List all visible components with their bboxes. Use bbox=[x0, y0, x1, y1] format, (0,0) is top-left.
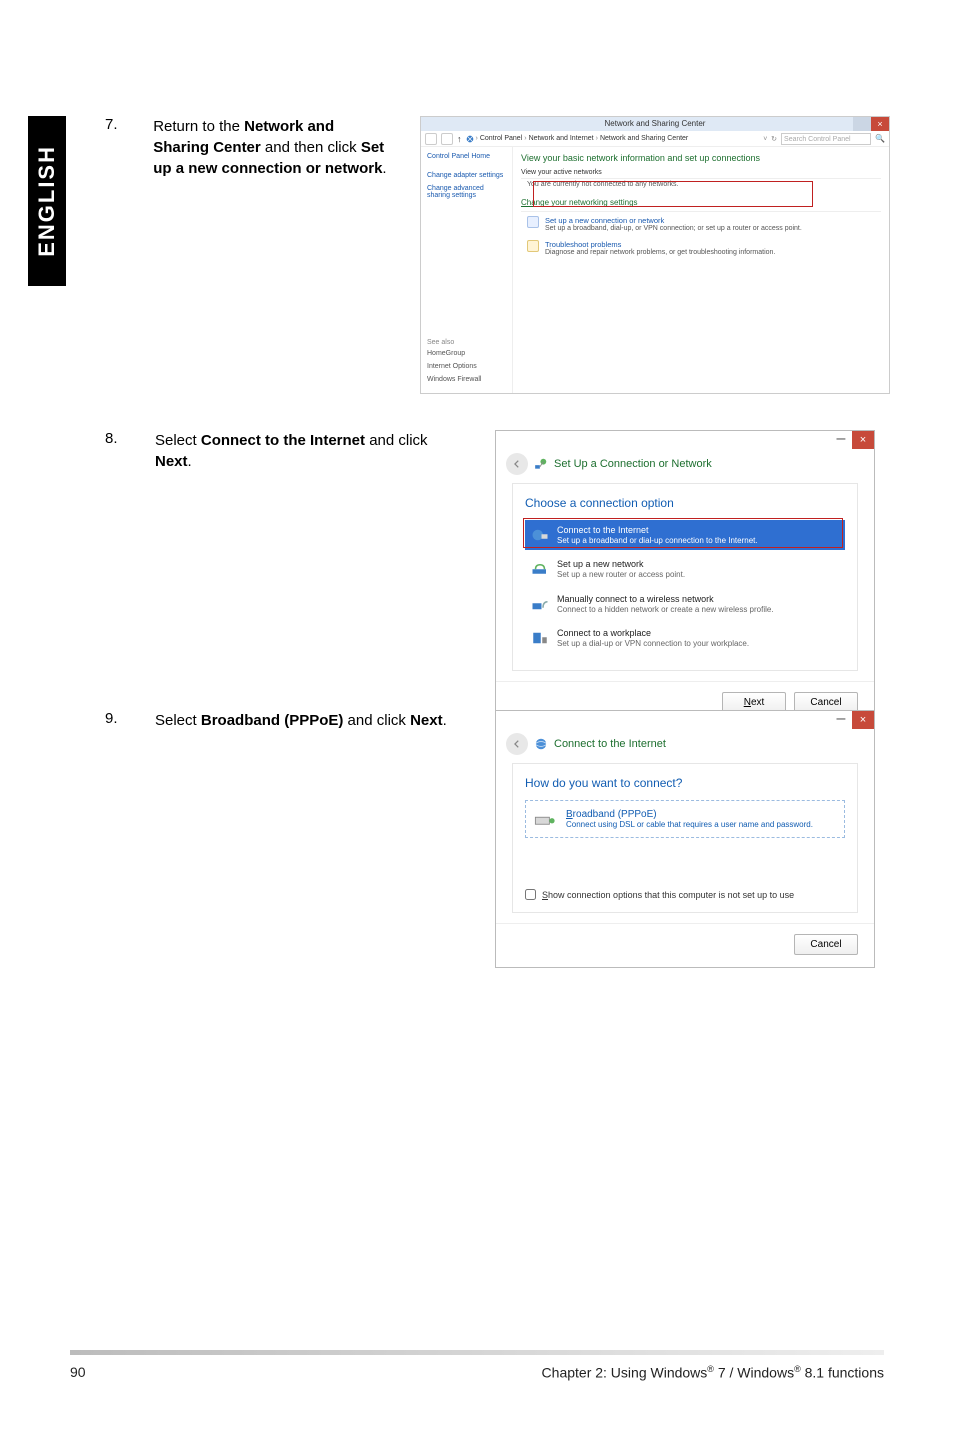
breadcrumb[interactable]: › Control Panel › Network and Internet ›… bbox=[466, 135, 760, 143]
minimize-button[interactable]: – bbox=[830, 711, 852, 729]
wizard-heading: Choose a connection option bbox=[525, 496, 845, 510]
step-7: 7. Return to the Network and Sharing Cen… bbox=[105, 116, 890, 394]
router-icon bbox=[531, 563, 549, 577]
option-broadband[interactable]: Broadband (PPPoE)Broadband (PPPoE) Conne… bbox=[525, 800, 845, 838]
button-row: Cancel bbox=[496, 923, 874, 967]
sidebar: Control Panel Home Change adapter settin… bbox=[421, 147, 513, 393]
step-8: 8. Select Connect to the Internet and cl… bbox=[105, 430, 890, 726]
connection-wizard-icon bbox=[527, 216, 539, 228]
option-wireless[interactable]: Manually connect to a wireless networkCo… bbox=[525, 589, 845, 619]
step-number: 7. bbox=[105, 116, 123, 394]
close-button[interactable] bbox=[871, 117, 889, 131]
sidebar-seealso-internet[interactable]: Internet Options bbox=[427, 363, 481, 370]
panel-heading: View your basic network information and … bbox=[521, 153, 881, 163]
wizard-title-row: Connect to the Internet bbox=[496, 731, 874, 763]
screenshot-panel: Network and Sharing Center ↑ › Control P… bbox=[420, 116, 890, 394]
sidebar-seealso-homegroup[interactable]: HomeGroup bbox=[427, 350, 481, 357]
option-troubleshoot[interactable]: Troubleshoot problems Diagnose and repai… bbox=[527, 240, 881, 256]
network-sharing-center-window: Network and Sharing Center ↑ › Control P… bbox=[420, 116, 890, 394]
see-also-title: See also bbox=[427, 339, 481, 346]
minimize-button[interactable] bbox=[853, 117, 871, 131]
title-bar: – × bbox=[496, 711, 874, 731]
highlight-box bbox=[533, 181, 813, 207]
minimize-button[interactable]: – bbox=[830, 431, 852, 449]
wizard-icon bbox=[534, 457, 548, 471]
step-text: Select Broadband (PPPoE) and click Next. bbox=[155, 710, 465, 968]
step-text: Select Connect to the Internet and click… bbox=[155, 430, 465, 726]
active-networks-label: View your active networks bbox=[521, 169, 881, 176]
back-button[interactable] bbox=[506, 733, 528, 755]
bold: Broadband (PPPoE) bbox=[201, 712, 344, 729]
footer-divider bbox=[70, 1350, 884, 1355]
language-tab: ENGLISH bbox=[28, 116, 66, 286]
sidebar-home[interactable]: Control Panel Home bbox=[427, 153, 506, 160]
show-options-row[interactable]: Show connection options that this comput… bbox=[525, 889, 845, 900]
language-tab-label: ENGLISH bbox=[34, 145, 60, 257]
sidebar-seealso-firewall[interactable]: Windows Firewall bbox=[427, 376, 481, 383]
option-new-network[interactable]: Set up a new networkSet up a new router … bbox=[525, 554, 845, 584]
troubleshoot-icon bbox=[527, 240, 539, 252]
close-button[interactable]: × bbox=[852, 711, 874, 729]
building-icon bbox=[531, 631, 549, 645]
forward-button[interactable] bbox=[441, 133, 453, 145]
back-button[interactable] bbox=[506, 453, 528, 475]
step-9: 9. Select Broadband (PPPoE) and click Ne… bbox=[105, 710, 890, 968]
address-bar: ↑ › Control Panel › Network and Internet… bbox=[421, 131, 889, 147]
close-button[interactable]: × bbox=[852, 431, 874, 449]
step-text: Return to the Network and Sharing Center… bbox=[153, 116, 390, 394]
step-number: 9. bbox=[105, 710, 125, 968]
page-footer: 90 Chapter 2: Using Windows® 7 / Windows… bbox=[70, 1364, 884, 1381]
wizard-title: Connect to the Internet bbox=[554, 738, 666, 750]
title-bar: Network and Sharing Center bbox=[421, 117, 889, 131]
show-options-checkbox[interactable] bbox=[525, 889, 536, 900]
wifi-icon bbox=[531, 597, 549, 611]
broadband-title: Broadband (PPPoE)Broadband (PPPoE) bbox=[566, 809, 813, 820]
wizard-title-row: Set Up a Connection or Network bbox=[496, 451, 874, 483]
title-bar: – × bbox=[496, 431, 874, 451]
screenshot-panel: – × Set Up a Connection or Network Choos… bbox=[495, 430, 890, 726]
wizard-panel: Choose a connection option Connect to th… bbox=[512, 483, 858, 671]
window-title: Network and Sharing Center bbox=[605, 119, 706, 128]
connection-wizard: – × Set Up a Connection or Network Choos… bbox=[495, 430, 875, 726]
modem-icon bbox=[534, 812, 556, 826]
option-new-connection[interactable]: Set up a new connection or network Set u… bbox=[527, 216, 881, 232]
bold: Next bbox=[410, 712, 443, 729]
broadband-desc: Connect using DSL or cable that requires… bbox=[566, 820, 813, 829]
bold: Next bbox=[155, 453, 188, 470]
cancel-button[interactable]: Cancel bbox=[794, 934, 858, 955]
wizard-heading: How do you want to connect? bbox=[525, 776, 845, 790]
search-input[interactable]: Search Control Panel bbox=[781, 133, 871, 145]
bold: Connect to the Internet bbox=[201, 432, 365, 449]
connect-internet-wizard: – × Connect to the Internet How do you w… bbox=[495, 710, 875, 968]
sidebar-item-advanced[interactable]: Change advanced sharing settings bbox=[427, 185, 506, 199]
step-number: 8. bbox=[105, 430, 125, 726]
option-workplace[interactable]: Connect to a workplaceSet up a dial-up o… bbox=[525, 623, 845, 653]
chapter-label: Chapter 2: Using Windows® 7 / Windows® 8… bbox=[542, 1364, 884, 1381]
globe-icon bbox=[534, 737, 548, 751]
sidebar-item-adapter[interactable]: Change adapter settings bbox=[427, 172, 506, 179]
back-button[interactable] bbox=[425, 133, 437, 145]
wizard-title: Set Up a Connection or Network bbox=[554, 458, 712, 470]
screenshot-panel: – × Connect to the Internet How do you w… bbox=[495, 710, 890, 968]
highlight-box bbox=[523, 518, 843, 548]
page-number: 90 bbox=[70, 1364, 86, 1381]
wizard-panel: How do you want to connect? Broadband (P… bbox=[512, 763, 858, 913]
network-icon bbox=[466, 135, 474, 143]
